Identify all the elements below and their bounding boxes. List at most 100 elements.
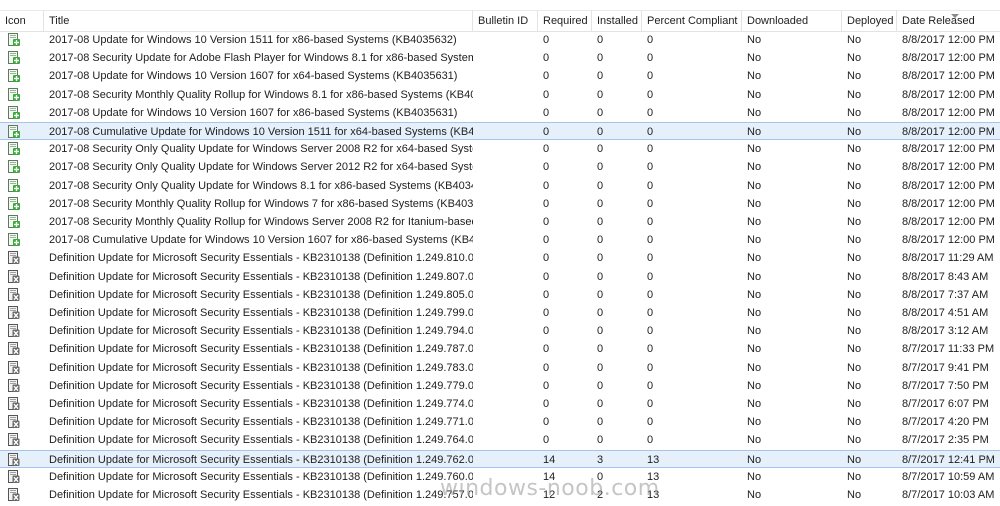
cell-downloaded: No: [747, 234, 762, 247]
cell-downloaded: No: [747, 161, 762, 174]
table-row[interactable]: 2017-08 Cumulative Update for Windows 10…: [0, 231, 1000, 249]
cell-installed: 0: [597, 126, 604, 138]
cell-required: 0: [543, 88, 550, 101]
cell-deployed: No: [847, 70, 862, 83]
cell-required: 0: [543, 288, 550, 301]
cell-percent: 0: [647, 52, 654, 65]
cell-deployed: No: [847, 361, 862, 374]
cell-required: 14: [543, 470, 556, 483]
cell-date: 8/8/2017 12:00 PM: [902, 70, 995, 83]
cell-required: 14: [543, 453, 556, 466]
table-row[interactable]: Definition Update for Microsoft Security…: [0, 395, 1000, 413]
table-row[interactable]: Definition Update for Microsoft Security…: [0, 340, 1000, 358]
cell-percent: 0: [647, 179, 654, 192]
expired-update-icon: [8, 469, 20, 484]
cell-required: 0: [543, 52, 550, 65]
table-row[interactable]: Definition Update for Microsoft Security…: [0, 468, 1000, 486]
table-row[interactable]: 2017-08 Security Only Quality Update for…: [0, 140, 1000, 158]
cell-percent: 0: [647, 270, 654, 283]
cell-date: 8/7/2017 10:59 AM: [902, 470, 995, 483]
table-row[interactable]: Definition Update for Microsoft Security…: [0, 322, 1000, 340]
cell-title: Definition Update for Microsoft Security…: [49, 252, 473, 265]
cell-date: 8/8/2017 12:00 PM: [902, 52, 995, 65]
cell-installed: 0: [597, 234, 604, 247]
cell-date: 8/8/2017 12:00 PM: [902, 88, 995, 101]
cell-installed: 3: [597, 453, 604, 466]
cell-required: 0: [543, 106, 550, 119]
cell-bulletin: [473, 340, 538, 358]
table-row[interactable]: Definition Update for Microsoft Security…: [0, 377, 1000, 395]
column-header-bulletin-id[interactable]: Bulletin ID: [473, 11, 538, 31]
table-row[interactable]: 2017-08 Cumulative Update for Windows 10…: [0, 122, 1000, 141]
cell-bulletin: [473, 395, 538, 413]
expired-update-icon: [8, 287, 20, 302]
cell-date: 8/8/2017 12:00 PM: [902, 179, 995, 192]
table-row[interactable]: Definition Update for Microsoft Security…: [0, 359, 1000, 377]
cell-percent: 0: [647, 106, 654, 119]
cell-date: 8/8/2017 11:29 AM: [902, 252, 994, 265]
cell-title: Definition Update for Microsoft Security…: [49, 398, 473, 410]
column-header-required[interactable]: Required: [538, 11, 592, 31]
cell-title: 2017-08 Update for Windows 10 Version 16…: [49, 106, 458, 119]
cell-deployed: No: [847, 52, 862, 65]
cell-installed: 0: [597, 143, 604, 156]
cell-bulletin: [473, 359, 538, 377]
table-row[interactable]: 2017-08 Security Only Quality Update for…: [0, 158, 1000, 176]
cell-bulletin: [473, 49, 538, 67]
cell-required: 0: [543, 161, 550, 174]
column-header-date-released[interactable]: Date Released: [897, 11, 1000, 31]
cell-date: 8/8/2017 8:43 AM: [902, 270, 989, 283]
cell-date: 8/7/2017 11:33 PM: [902, 343, 995, 356]
table-row[interactable]: 2017-08 Security Only Quality Update for…: [0, 177, 1000, 195]
cell-percent: 0: [647, 126, 654, 138]
cell-bulletin: [473, 268, 538, 286]
column-header-icon[interactable]: Icon: [0, 11, 44, 31]
column-header-percent-compliant[interactable]: Percent Compliant: [642, 11, 742, 31]
cell-title: Definition Update for Microsoft Security…: [49, 343, 473, 356]
table-row[interactable]: 2017-08 Security Monthly Quality Rollup …: [0, 86, 1000, 104]
table-row[interactable]: Definition Update for Microsoft Security…: [0, 249, 1000, 267]
cell-title: Definition Update for Microsoft Security…: [49, 453, 473, 466]
cell-bulletin: [473, 322, 538, 340]
cell-downloaded: No: [747, 252, 762, 265]
column-header-deployed[interactable]: Deployed: [842, 11, 897, 31]
table-row[interactable]: 2017-08 Update for Windows 10 Version 15…: [0, 31, 1000, 49]
cell-required: 0: [543, 252, 550, 265]
cell-title: Definition Update for Microsoft Security…: [49, 379, 473, 392]
cell-required: 0: [543, 307, 550, 319]
cell-installed: 0: [597, 288, 604, 301]
column-header-title[interactable]: Title: [44, 11, 473, 31]
cell-bulletin: [473, 286, 538, 304]
table-row[interactable]: 2017-08 Update for Windows 10 Version 16…: [0, 104, 1000, 122]
cell-installed: 0: [597, 307, 604, 319]
cell-downloaded: No: [747, 416, 762, 429]
table-row[interactable]: Definition Update for Microsoft Security…: [0, 486, 1000, 504]
cell-bulletin: [473, 31, 538, 49]
cell-percent: 0: [647, 416, 654, 429]
table-row[interactable]: Definition Update for Microsoft Security…: [0, 304, 1000, 322]
cell-title: Definition Update for Microsoft Security…: [49, 434, 473, 447]
cell-deployed: No: [847, 88, 862, 101]
cell-percent: 0: [647, 252, 654, 265]
cell-title: 2017-08 Update for Windows 10 Version 16…: [49, 70, 458, 83]
cell-downloaded: No: [747, 379, 762, 392]
cell-required: 0: [543, 143, 550, 156]
cell-deployed: No: [847, 106, 862, 119]
cell-bulletin: [473, 451, 538, 469]
cell-downloaded: No: [747, 106, 762, 119]
table-row[interactable]: 2017-08 Security Update for Adobe Flash …: [0, 49, 1000, 67]
table-row[interactable]: 2017-08 Security Monthly Quality Rollup …: [0, 195, 1000, 213]
table-row[interactable]: Definition Update for Microsoft Security…: [0, 431, 1000, 449]
column-header-installed[interactable]: Installed: [592, 11, 642, 31]
table-row[interactable]: Definition Update for Microsoft Security…: [0, 413, 1000, 431]
cell-downloaded: No: [747, 434, 762, 447]
cell-percent: 0: [647, 325, 654, 338]
table-row[interactable]: Definition Update for Microsoft Security…: [0, 286, 1000, 304]
table-row[interactable]: 2017-08 Update for Windows 10 Version 16…: [0, 67, 1000, 85]
table-row[interactable]: 2017-08 Security Monthly Quality Rollup …: [0, 213, 1000, 231]
column-header-downloaded[interactable]: Downloaded: [742, 11, 842, 31]
cell-deployed: No: [847, 325, 862, 338]
table-row[interactable]: Definition Update for Microsoft Security…: [0, 268, 1000, 286]
cell-percent: 0: [647, 197, 654, 210]
table-row[interactable]: Definition Update for Microsoft Security…: [0, 449, 1000, 469]
